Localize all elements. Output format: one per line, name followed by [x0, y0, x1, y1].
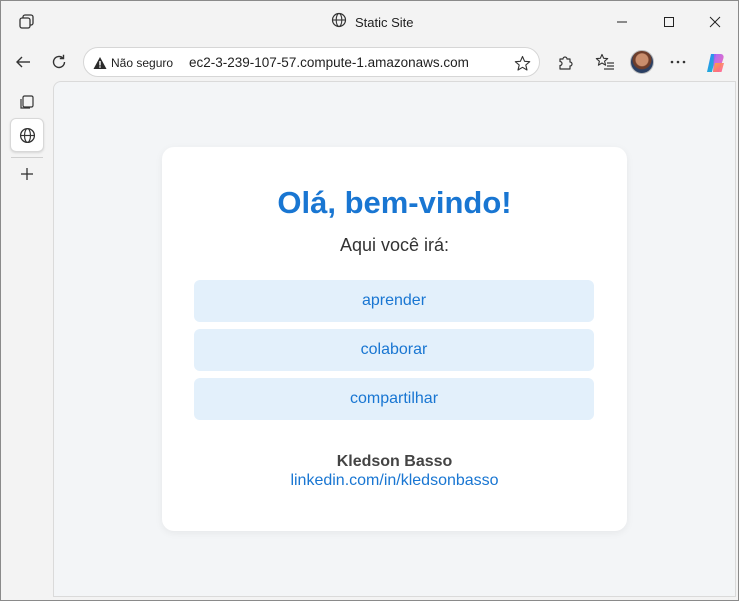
refresh-button[interactable]	[44, 47, 74, 77]
linkedin-link[interactable]: linkedin.com/in/kledsonbasso	[162, 472, 627, 490]
refresh-icon	[52, 54, 66, 69]
browser-toolbar: Não seguro ec2-3-239-107-57.compute-1.am…	[1, 43, 738, 81]
action-collaborate[interactable]: colaborar	[194, 329, 594, 371]
profile-avatar[interactable]	[630, 50, 654, 74]
favorites-button[interactable]	[590, 47, 620, 77]
maximize-button[interactable]	[654, 9, 684, 35]
tab-actions-icon	[20, 95, 34, 109]
menu-button[interactable]	[663, 47, 693, 77]
window-title-group: Static Site	[331, 12, 414, 32]
extensions-button[interactable]	[550, 47, 580, 77]
author-name: Kledson Basso	[336, 453, 453, 470]
favorite-button[interactable]	[512, 53, 532, 73]
vertical-tabs-sidebar	[1, 81, 53, 600]
minimize-button[interactable]	[607, 9, 637, 35]
warning-icon[interactable]	[93, 56, 107, 70]
url-text[interactable]: ec2-3-239-107-57.compute-1.amazonaws.com	[189, 55, 469, 70]
title-bar: Static Site	[1, 1, 738, 43]
plus-icon	[21, 168, 33, 180]
favorites-list-icon	[595, 53, 614, 70]
page-title: Olá, bem-vindo!	[277, 185, 512, 220]
close-button[interactable]	[700, 9, 730, 35]
page-subtitle: Aqui você irá:	[339, 235, 450, 255]
tab-static-site[interactable]	[10, 118, 44, 152]
globe-icon	[331, 12, 347, 33]
new-tab-button[interactable]	[10, 157, 44, 191]
workspaces-icon[interactable]	[18, 13, 36, 31]
page-content: Olá, bem-vindo! Aqui você irá: aprender …	[53, 81, 736, 597]
globe-icon	[19, 127, 35, 143]
minimize-icon	[617, 21, 627, 23]
window-title: Static Site	[355, 14, 414, 30]
puzzle-icon	[559, 56, 573, 70]
action-share[interactable]: compartilhar	[194, 378, 594, 420]
tab-actions-button[interactable]	[10, 85, 44, 119]
close-icon	[709, 16, 721, 28]
back-button[interactable]	[8, 47, 38, 77]
more-icon	[670, 60, 686, 64]
address-bar[interactable]: Não seguro ec2-3-239-107-57.compute-1.am…	[83, 47, 540, 77]
welcome-card: Olá, bem-vindo! Aqui você irá: aprender …	[162, 147, 627, 531]
maximize-icon	[664, 17, 674, 27]
action-learn[interactable]: aprender	[194, 280, 594, 322]
star-icon	[514, 55, 530, 71]
security-status-label[interactable]: Não seguro	[111, 56, 173, 70]
back-arrow-icon	[16, 56, 30, 68]
copilot-icon[interactable]	[704, 52, 726, 74]
browser-window: Static Site Não seguro ec2-3-239-107-57.…	[0, 0, 739, 601]
